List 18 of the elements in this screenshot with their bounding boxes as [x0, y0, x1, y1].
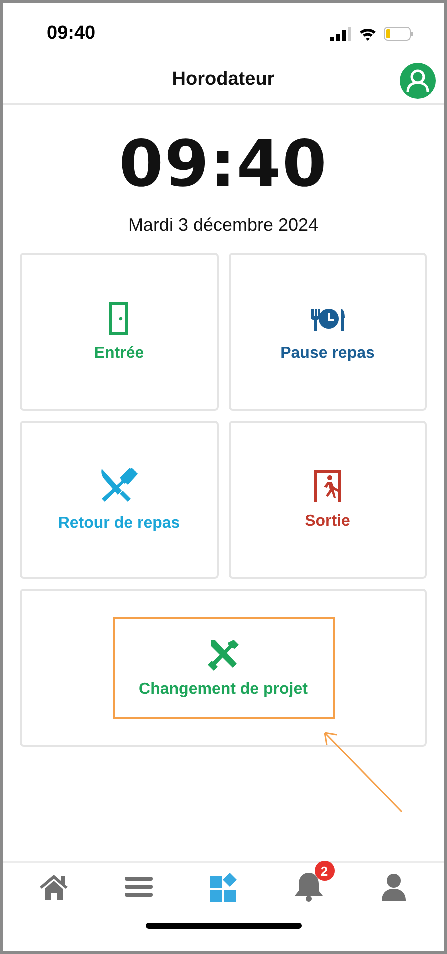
tab-bar-item[interactable]: 2 — [282, 861, 334, 903]
screen-title: Horodateur — [172, 69, 275, 91]
action-button[interactable]: Changement de projet — [20, 589, 427, 747]
action-button[interactable]: Pause repas — [228, 253, 427, 411]
clock-time: 09:40 — [118, 133, 329, 197]
wifi-icon — [359, 27, 377, 41]
action-button[interactable]: Retour de repas — [20, 421, 218, 579]
signal-icon — [330, 27, 352, 41]
status-time: 09:40 — [47, 23, 96, 45]
profile-button[interactable] — [400, 63, 436, 99]
notification-badge: 2 — [314, 861, 334, 881]
tools-icon — [206, 637, 242, 673]
battery-icon — [384, 27, 414, 41]
action-button[interactable]: Sortie — [228, 421, 427, 579]
action-button[interactable]: Entrée — [20, 253, 218, 411]
clock-date: Mardi 3 décembre 2024 — [127, 215, 320, 236]
highlight-box: Changement de projet — [112, 617, 334, 719]
apps-icon — [208, 871, 240, 903]
